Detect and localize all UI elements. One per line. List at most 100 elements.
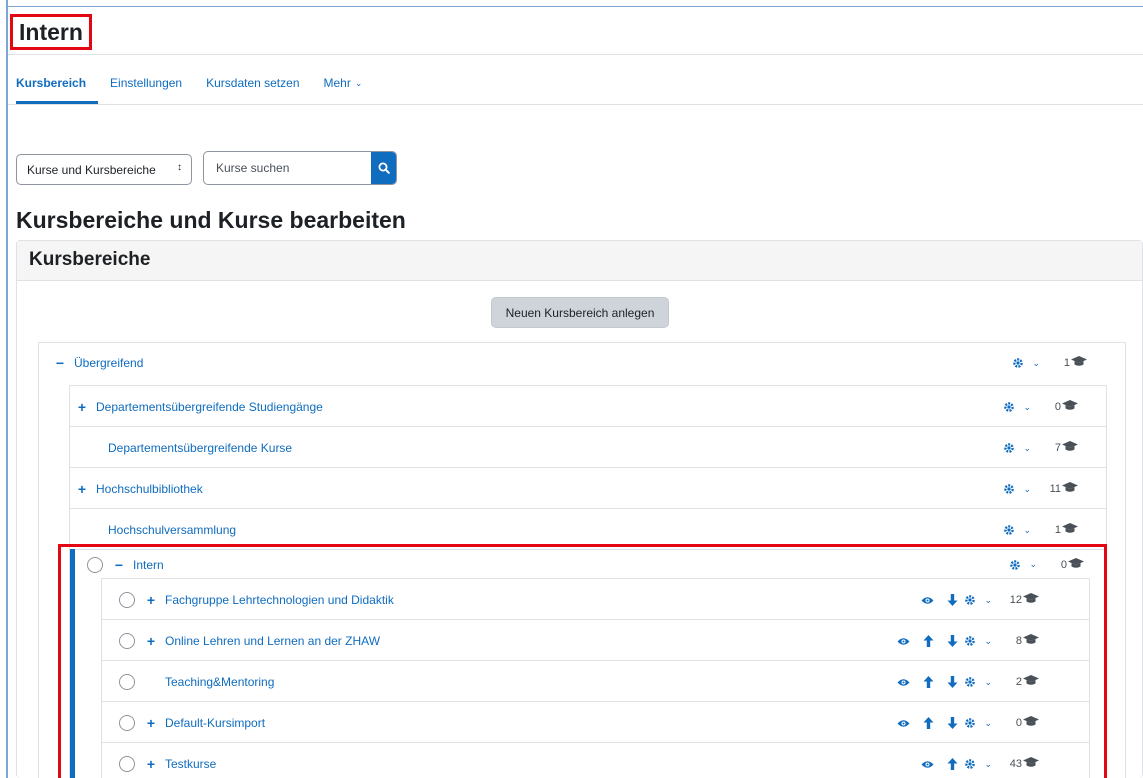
tab-kursbereich[interactable]: Kursbereich (16, 62, 99, 104)
category-link[interactable]: Übergreifend (74, 356, 143, 370)
eye-icon[interactable] (921, 596, 934, 605)
expand-icon[interactable]: + (145, 715, 157, 731)
graduation-cap-icon (1071, 356, 1087, 370)
tab-einstellungen[interactable]: Einstellungen (98, 62, 194, 104)
select-radio[interactable] (87, 556, 103, 573)
search-input[interactable] (204, 152, 371, 184)
gear-icon[interactable] (1003, 442, 1015, 454)
chevron-down-icon[interactable]: ⌄ (1023, 484, 1031, 495)
collapse-icon[interactable]: − (54, 355, 66, 371)
arrow-down-icon[interactable] (947, 594, 958, 606)
select-radio[interactable] (119, 673, 135, 690)
category-link[interactable]: Default-Kursimport (165, 716, 265, 730)
expand-icon[interactable]: + (76, 399, 88, 415)
expand-icon[interactable]: + (145, 756, 157, 772)
course-count: 0 (1060, 558, 1067, 571)
category-link[interactable]: Fachgruppe Lehrtechnologien und Didaktik (165, 593, 394, 607)
arrow-down-icon[interactable] (947, 717, 958, 729)
tab-mehr[interactable]: Mehr ⌄ (312, 62, 375, 104)
gear-icon[interactable] (1003, 401, 1015, 413)
course-count: 1 (1054, 524, 1061, 536)
graduation-cap-icon (1062, 400, 1078, 414)
gear-icon[interactable] (964, 676, 976, 688)
chevron-down-icon[interactable]: ⌄ (1023, 443, 1031, 454)
gear-icon[interactable] (1003, 483, 1015, 495)
chevron-down-icon[interactable]: ⌄ (984, 677, 992, 688)
row-actions: ⌄ 0 (1006, 551, 1084, 578)
category-link[interactable]: Intern (133, 558, 164, 572)
gear-icon[interactable] (964, 635, 976, 647)
chevron-down-icon[interactable]: ⌄ (1029, 559, 1037, 570)
gear-icon[interactable] (964, 594, 976, 606)
tab-kursdaten-setzen[interactable]: Kursdaten setzen (194, 62, 311, 104)
arrow-up-icon[interactable] (923, 635, 934, 647)
category-link[interactable]: Hochschulversammlung (108, 523, 236, 537)
graduation-cap-icon (1023, 757, 1039, 771)
arrow-down-icon[interactable] (947, 676, 958, 688)
view-mode-select[interactable]: Kurse und Kursbereiche ↕ (16, 154, 192, 185)
category-link[interactable]: Hochschulbibliothek (96, 482, 203, 496)
arrow-down-icon[interactable] (947, 635, 958, 647)
gear-icon[interactable] (1009, 559, 1021, 571)
select-value: Kurse und Kursbereiche (27, 162, 156, 177)
chevron-down-icon[interactable]: ⌄ (1023, 402, 1031, 413)
select-radio[interactable] (119, 591, 135, 608)
category-link[interactable]: Online Lehren und Lernen an der ZHAW (165, 634, 380, 648)
gear-icon[interactable] (1012, 357, 1024, 369)
window-frame-top (6, 6, 1143, 7)
gear-icon[interactable] (964, 717, 976, 729)
expand-icon[interactable]: + (145, 592, 157, 608)
search-button[interactable] (371, 152, 396, 184)
category-link[interactable]: Departementsübergreifende Kurse (108, 441, 292, 455)
chevron-down-icon[interactable]: ⌄ (984, 759, 992, 770)
tree-item-online-lehren-und-lernen: + Online Lehren und Lernen an der ZHAW ⌄… (102, 621, 1089, 661)
new-category-button[interactable]: Neuen Kursbereich anlegen (491, 297, 669, 328)
course-count: 12 (1009, 594, 1022, 606)
eye-icon[interactable] (921, 760, 934, 769)
row-actions: ⌄ 8 (894, 621, 1039, 661)
row-actions: ⌄ 0 (894, 703, 1039, 743)
chevron-down-icon[interactable]: ⌄ (1032, 358, 1040, 369)
chevron-down-icon[interactable]: ⌄ (984, 636, 992, 647)
select-radio[interactable] (119, 714, 135, 731)
tree-item-intern: − Intern ⌄ 0 (76, 551, 1106, 578)
eye-icon[interactable] (897, 678, 910, 687)
eye-icon[interactable] (897, 719, 910, 728)
arrow-up-icon[interactable] (923, 717, 934, 729)
eye-icon[interactable] (897, 637, 910, 646)
tab-label: Kursdaten setzen (206, 76, 300, 90)
chevron-down-icon[interactable]: ⌄ (1023, 525, 1031, 536)
page-title: Intern (10, 14, 92, 50)
category-link[interactable]: Departementsübergreifende Studiengänge (96, 400, 323, 414)
expand-icon[interactable]: + (76, 481, 88, 497)
tree-item-departementsuebergreifende-studiengaenge: + Departementsübergreifende Studiengänge… (70, 387, 1106, 427)
divider (8, 104, 1143, 105)
tree-item-uebergreifend: − Übergreifend ⌄ 1 (39, 343, 1125, 383)
tree-item-fachgruppe-lehrtechnologien: + Fachgruppe Lehrtechnologien und Didakt… (102, 580, 1089, 620)
tab-label: Einstellungen (110, 76, 183, 90)
select-radio[interactable] (119, 632, 135, 649)
tree-item-testkurse: + Testkurse ⌄ 43 (102, 744, 1089, 778)
tab-label: Kursbereich (16, 76, 87, 90)
chevron-down-icon[interactable]: ⌄ (984, 595, 992, 606)
select-radio[interactable] (119, 756, 135, 772)
chevron-down-icon[interactable]: ⌄ (984, 718, 992, 729)
row-actions: ⌄ 0 (1000, 387, 1078, 427)
row-actions: ⌄ 43 (918, 744, 1039, 778)
arrow-up-icon[interactable] (923, 676, 934, 688)
category-link[interactable]: Teaching&Mentoring (165, 675, 274, 689)
course-count: 7 (1054, 442, 1061, 454)
search-box (203, 151, 397, 185)
gear-icon[interactable] (964, 758, 976, 770)
tree-item-hochschulversammlung: Hochschulversammlung ⌄ 1 (70, 510, 1106, 550)
row-actions: ⌄ 1 (1009, 343, 1087, 383)
gear-icon[interactable] (1003, 524, 1015, 536)
row-actions: ⌄ 1 (1000, 510, 1078, 550)
category-link[interactable]: Testkurse (165, 757, 216, 771)
tree-item-hochschulbibliothek: + Hochschulbibliothek ⌄ 11 (70, 469, 1106, 509)
course-count: 8 (1015, 635, 1022, 647)
main-heading: Kursbereiche und Kurse bearbeiten (16, 207, 406, 233)
collapse-icon[interactable]: − (113, 557, 125, 573)
expand-icon[interactable]: + (145, 633, 157, 649)
arrow-up-icon[interactable] (947, 758, 958, 770)
